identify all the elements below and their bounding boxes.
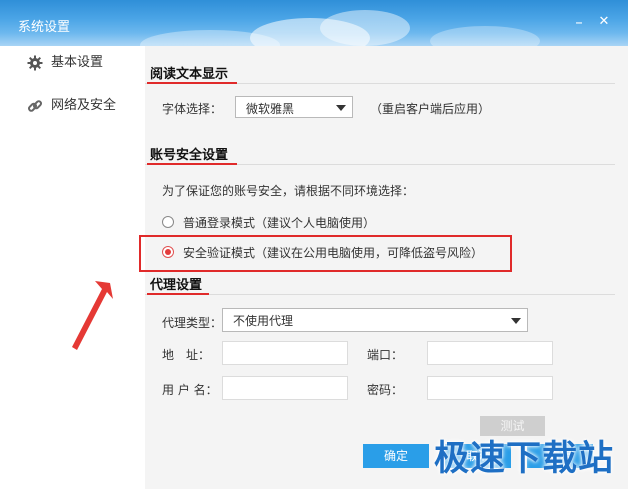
chevron-down-icon (511, 318, 521, 324)
ok-button[interactable]: 确定 (363, 444, 429, 468)
proxy-type-select[interactable]: 不使用代理 (222, 308, 528, 332)
section-title-proxy: 代理设置 (150, 278, 203, 293)
section-title-reading: 阅读文本显示 (150, 67, 229, 82)
gear-icon (27, 55, 43, 71)
sidebar-item-network-security[interactable]: 网络及安全 (0, 91, 145, 121)
font-select-value: 微软雅黑 (246, 102, 295, 116)
arrow-annotation-icon (72, 281, 113, 350)
port-field[interactable] (427, 341, 553, 365)
chevron-down-icon (336, 105, 346, 111)
font-select[interactable]: 微软雅黑 (235, 96, 353, 118)
username-field[interactable] (222, 376, 348, 400)
section-underline (147, 82, 237, 84)
highlight-box (139, 235, 512, 272)
link-icon (27, 100, 43, 112)
sidebar: 基本设置 网络及安全 (0, 46, 145, 489)
section-title-account: 账号安全设置 (150, 148, 229, 163)
sidebar-item-label: 基本设置 (51, 55, 104, 70)
normal-mode-label[interactable]: 普通登录模式（建议个人电脑使用） (183, 214, 375, 231)
port-label: 端口： (367, 348, 404, 362)
username-label: 用 户 名： (162, 383, 218, 397)
cloud-decoration (430, 26, 540, 46)
restart-note: （重启客户端后应用） (370, 102, 491, 116)
close-button[interactable]: ✕ (596, 14, 612, 30)
sidebar-item-basic-settings[interactable]: 基本设置 (0, 48, 145, 78)
address-field[interactable] (222, 341, 348, 365)
password-field[interactable] (427, 376, 553, 400)
sidebar-item-label: 网络及安全 (51, 98, 117, 113)
watermark-logo: 极速下载站 (434, 439, 615, 479)
minimize-button[interactable]: – (571, 14, 587, 30)
radio-normal-mode[interactable] (162, 216, 174, 228)
proxy-type-value: 不使用代理 (233, 314, 294, 328)
cloud-decoration (320, 10, 410, 46)
password-label: 密码： (367, 383, 404, 397)
account-intro: 为了保证您的账号安全，请根据不同环境选择： (162, 184, 415, 198)
proxy-type-label: 代理类型： (162, 316, 223, 330)
section-divider (145, 294, 615, 295)
title-bar: 系统设置 – ✕ (0, 0, 628, 46)
font-label: 字体选择： (162, 102, 223, 116)
address-label: 地 址： (162, 348, 211, 362)
window-title: 系统设置 (18, 20, 71, 35)
section-underline (147, 163, 237, 165)
section-underline (147, 293, 209, 295)
